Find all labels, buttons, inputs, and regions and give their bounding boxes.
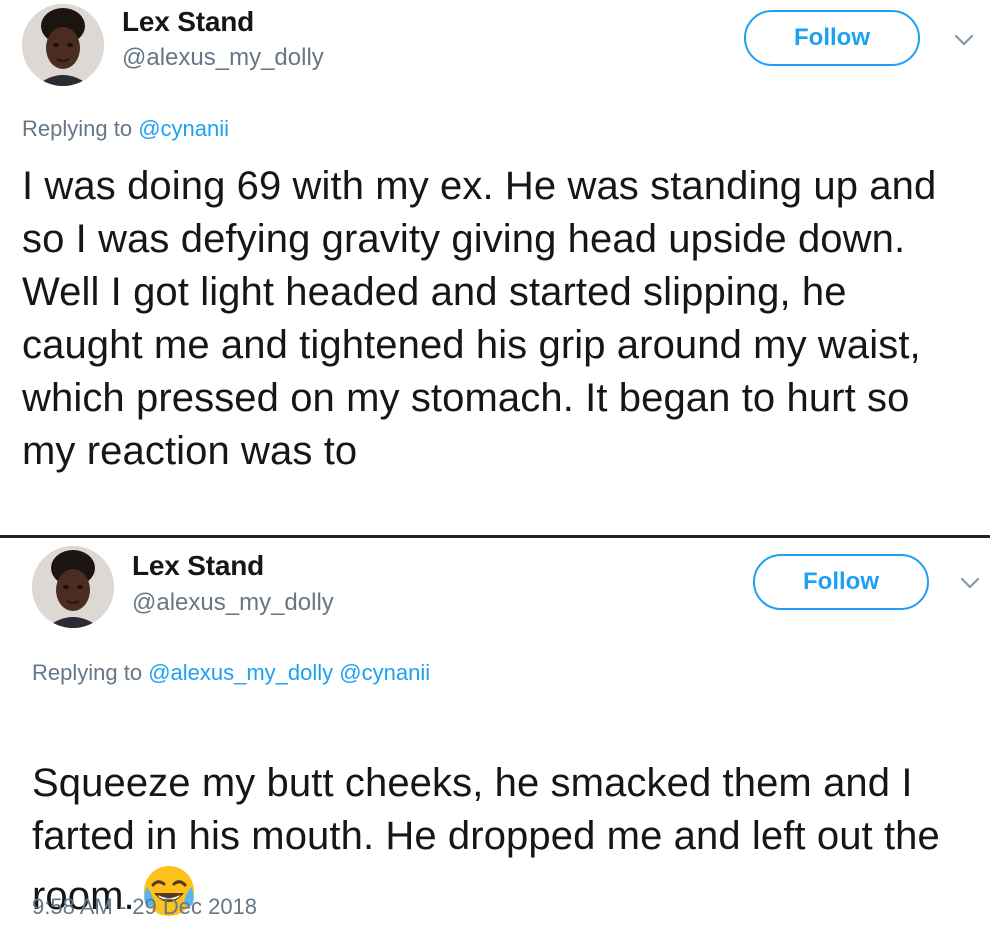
replying-to-label: Replying to (32, 660, 149, 685)
follow-button[interactable]: Follow (753, 554, 929, 610)
author-handle[interactable]: @alexus_my_dolly (132, 589, 334, 617)
replying-to-label: Replying to (22, 116, 139, 141)
follow-button[interactable]: Follow (744, 10, 920, 66)
tweet: Lex Stand @alexus_my_dolly Follow Replyi… (0, 0, 990, 536)
profile-photo-icon (32, 546, 114, 628)
mention-link[interactable]: @alexus_my_dolly (148, 660, 333, 685)
profile-photo-icon (22, 4, 104, 86)
tweet: Lex Stand @alexus_my_dolly Follow Replyi… (0, 538, 990, 927)
author-name[interactable]: Lex Stand (132, 550, 264, 582)
tweet-timestamp[interactable]: 9:58 AM - 29 Dec 2018 (32, 894, 257, 920)
avatar[interactable] (22, 4, 104, 86)
author-handle[interactable]: @alexus_my_dolly (122, 44, 324, 72)
replying-to: Replying to @alexus_my_dolly @cynanii (32, 660, 430, 686)
tweet-text: I was doing 69 with my ex. He was standi… (22, 164, 937, 473)
avatar[interactable] (32, 546, 114, 628)
replying-to: Replying to @cynanii (22, 116, 229, 142)
mention-link[interactable]: @cynanii (339, 660, 430, 685)
mention-link[interactable]: @cynanii (138, 116, 229, 141)
chevron-down-icon[interactable] (956, 573, 984, 593)
chevron-down-icon[interactable] (950, 30, 978, 50)
author-name[interactable]: Lex Stand (122, 6, 254, 38)
tweet-text: Squeeze my butt cheeks, he smacked them … (32, 704, 972, 923)
